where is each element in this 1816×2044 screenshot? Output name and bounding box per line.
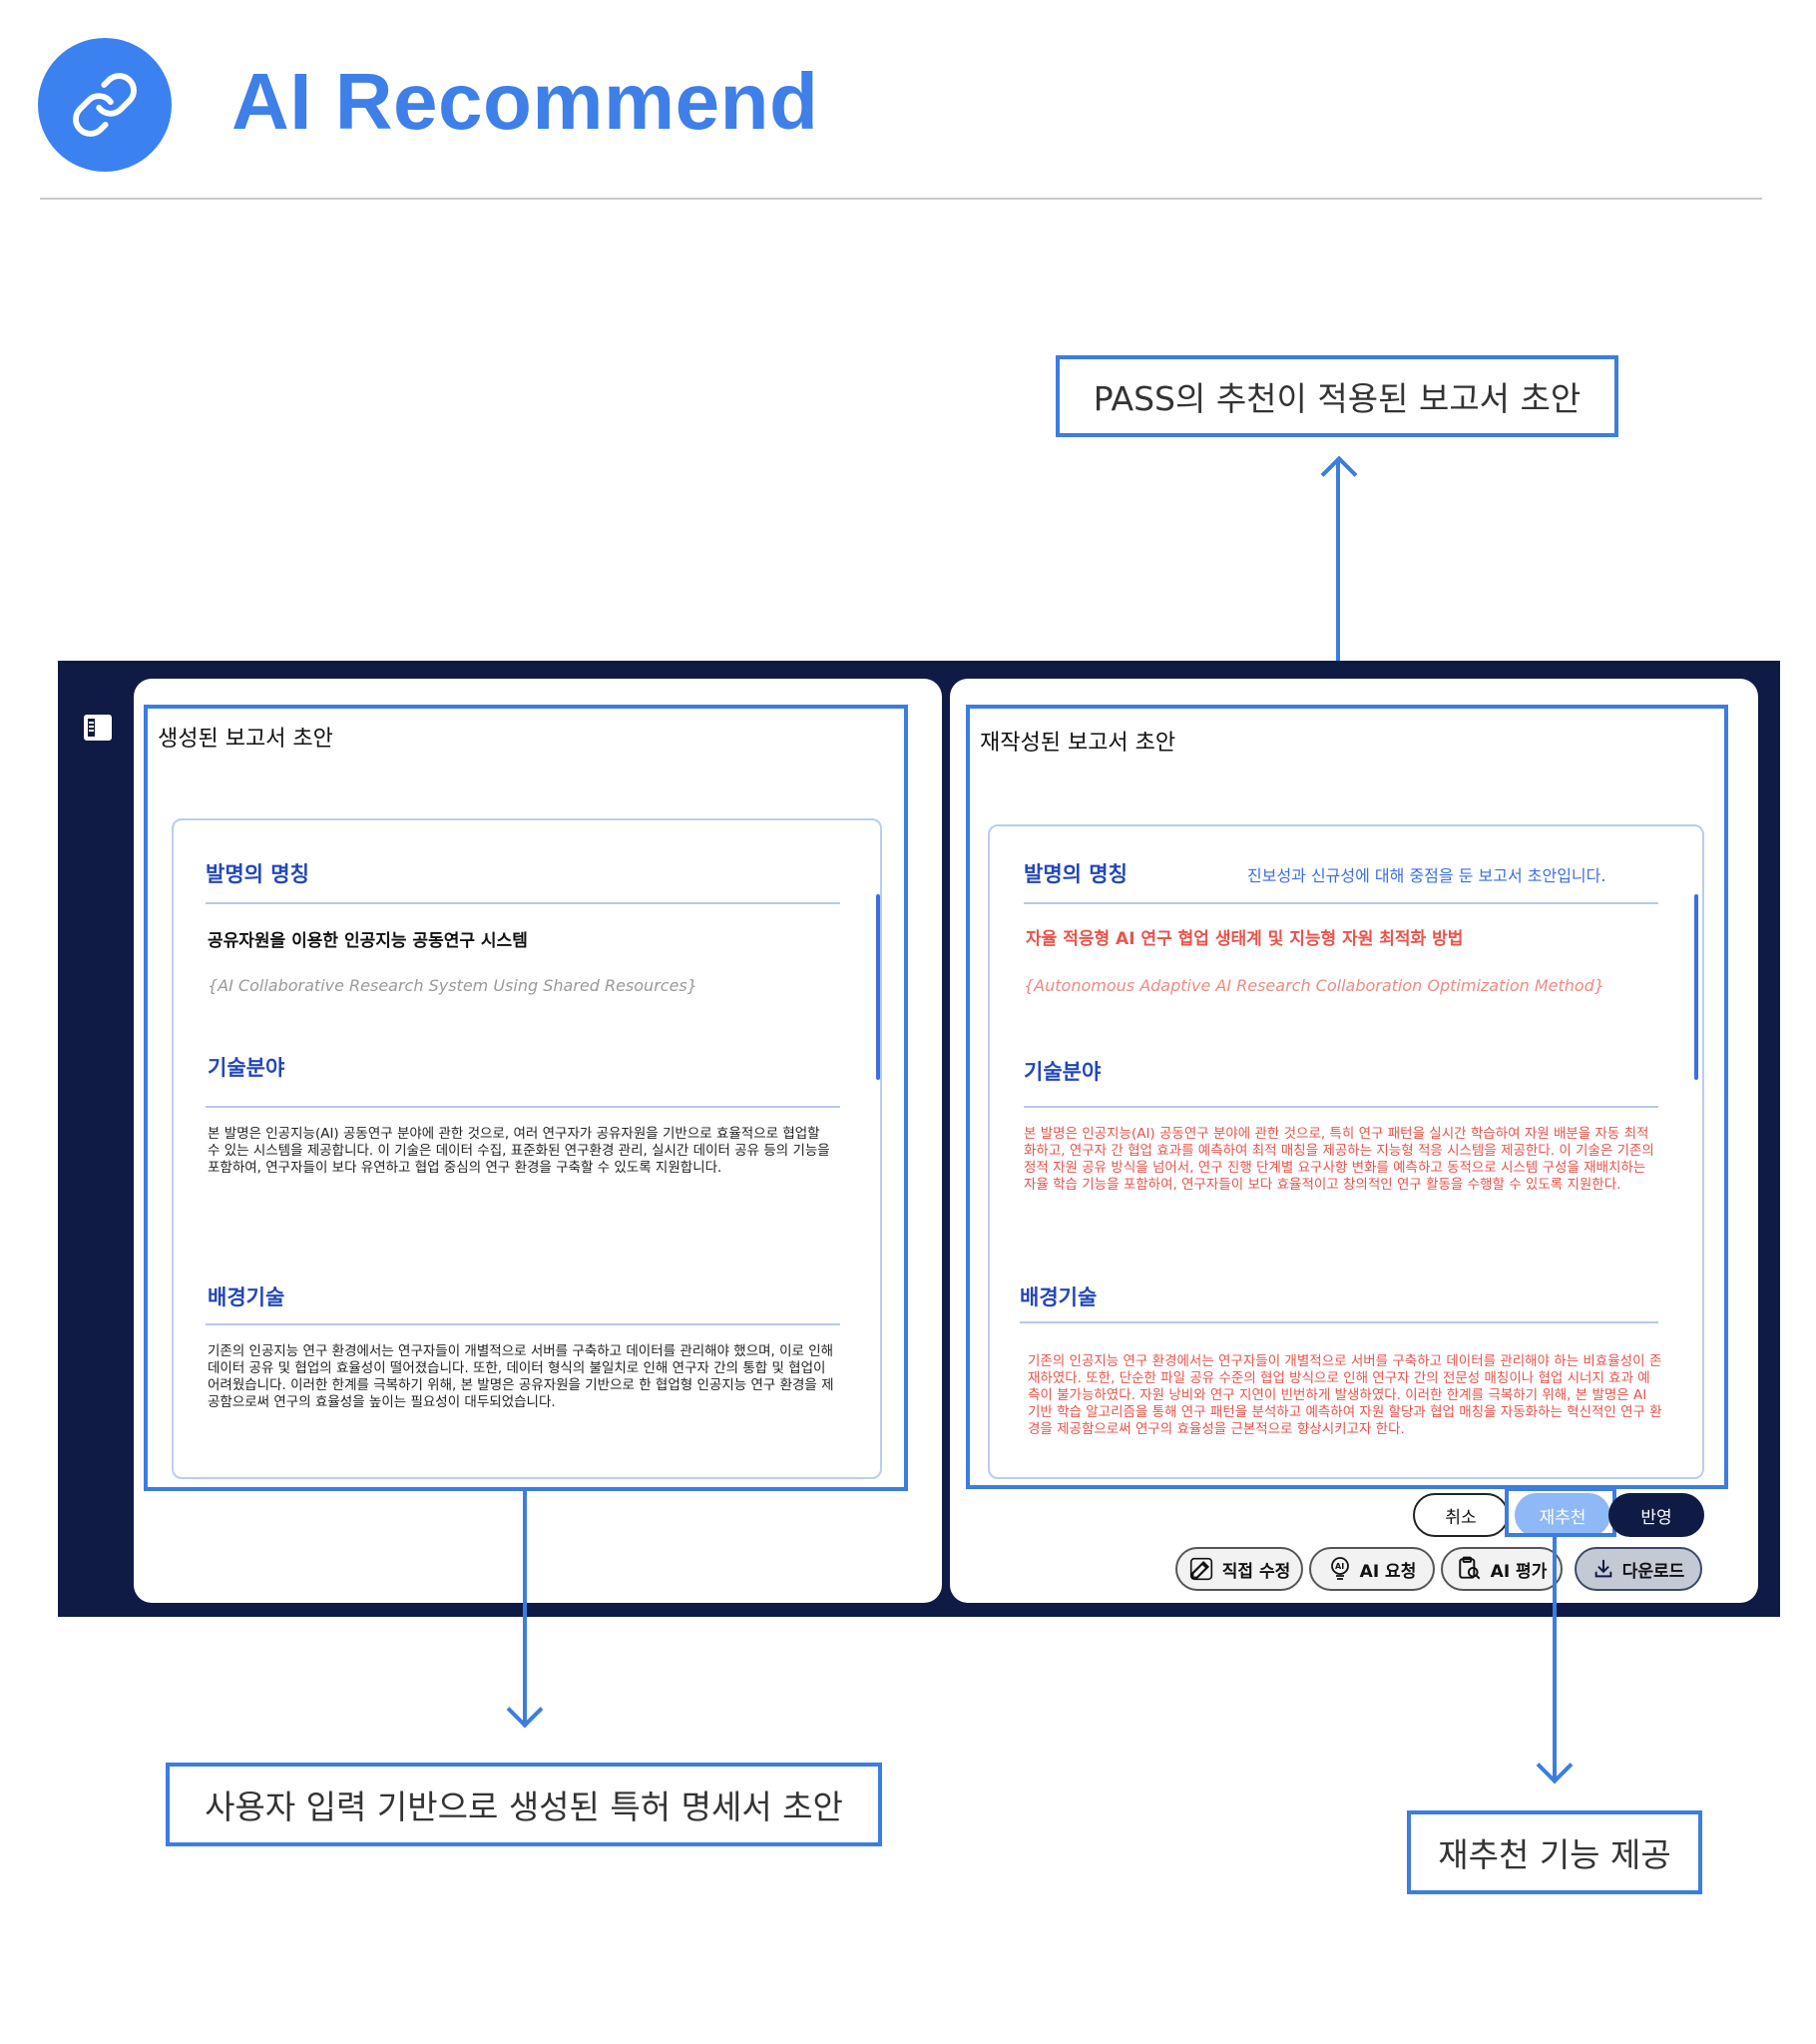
section-heading-name: 발명의 명칭	[206, 862, 309, 886]
section-divider	[206, 1323, 840, 1325]
section-divider	[1024, 1106, 1658, 1108]
header-divider	[40, 198, 1762, 200]
panel-title: 재작성된 보고서 초안	[980, 731, 1176, 756]
svg-text:AI: AI	[1335, 1562, 1344, 1571]
invention-name-en: {Autonomous Adaptive AI Research Collabo…	[1024, 976, 1605, 995]
pencil-icon	[1189, 1557, 1212, 1581]
edit-label: 직접 수정	[1221, 1561, 1291, 1582]
section-heading-background: 배경기술	[1020, 1285, 1098, 1309]
section-divider	[1020, 1321, 1658, 1323]
panel-title: 생성된 보고서 초안	[158, 727, 333, 752]
callout-arrow-down	[506, 1691, 544, 1729]
background-text: 기존의 인공지능 연구 환경에서는 연구자들이 개별적으로 서버를 구축하고 데…	[208, 1343, 834, 1410]
edit-button[interactable]: 직접 수정	[1175, 1547, 1303, 1591]
link-logo-icon	[38, 38, 172, 172]
section-divider	[1024, 902, 1658, 904]
cancel-button[interactable]: 취소	[1413, 1493, 1509, 1537]
callout-connector	[1553, 1537, 1557, 1779]
apply-button[interactable]: 반영	[1608, 1493, 1704, 1537]
callout-rewritten-draft: PASS의 추천이 적용된 보고서 초안	[1056, 355, 1618, 437]
ai-bulb-icon: AI	[1330, 1557, 1349, 1580]
invention-name-ko: 공유자원을 이용한 인공지능 공동연구 시스템	[208, 931, 528, 951]
ai-request-button[interactable]: AI AI 요청	[1309, 1547, 1435, 1591]
section-heading-field: 기술분야	[1024, 1060, 1102, 1084]
section-heading-name: 발명의 명칭	[1024, 862, 1128, 886]
callout-generated-draft: 사용자 입력 기반으로 생성된 특허 명세서 초안	[166, 1763, 882, 1846]
ai-evaluate-button[interactable]: AI 평가	[1441, 1547, 1563, 1591]
background-text: 기존의 인공지능 연구 환경에서는 연구자들이 개별적으로 서버를 구축하고 데…	[1028, 1353, 1662, 1437]
sidebar-toggle-icon[interactable]	[84, 715, 112, 741]
highlight-re-recommend	[1505, 1487, 1616, 1537]
draft-note: 진보성과 신규성에 대해 중점을 둔 보고서 초안입니다.	[1247, 866, 1606, 885]
section-divider	[206, 902, 840, 904]
callout-connector	[523, 1491, 527, 1723]
clipboard-search-icon	[1458, 1556, 1481, 1580]
ai-request-label: AI 요청	[1359, 1561, 1417, 1582]
download-label: 다운로드	[1621, 1561, 1685, 1582]
download-icon	[1594, 1559, 1612, 1578]
invention-name-ko: 자율 적응형 AI 연구 협업 생태계 및 지능형 자원 최적화 방법	[1026, 929, 1464, 949]
ai-evaluate-label: AI 평가	[1490, 1561, 1548, 1582]
page-title: AI Recommend	[231, 57, 819, 146]
section-divider	[206, 1106, 840, 1108]
scrollbar[interactable]	[1694, 894, 1698, 1080]
invention-name-en: {AI Collaborative Research System Using …	[208, 976, 697, 995]
download-button[interactable]: 다운로드	[1575, 1547, 1702, 1591]
section-heading-background: 배경기술	[208, 1285, 285, 1309]
field-text: 본 발명은 인공지능(AI) 공동연구 분야에 관한 것으로, 특히 연구 패턴…	[1024, 1126, 1654, 1193]
callout-arrow-down	[1536, 1747, 1574, 1785]
section-heading-field: 기술분야	[208, 1056, 285, 1080]
field-text: 본 발명은 인공지능(AI) 공동연구 분야에 관한 것으로, 여러 연구자가 …	[208, 1126, 830, 1176]
callout-re-recommend: 재추천 기능 제공	[1407, 1810, 1702, 1894]
apply-label: 반영	[1640, 1507, 1672, 1528]
scrollbar[interactable]	[876, 894, 880, 1080]
